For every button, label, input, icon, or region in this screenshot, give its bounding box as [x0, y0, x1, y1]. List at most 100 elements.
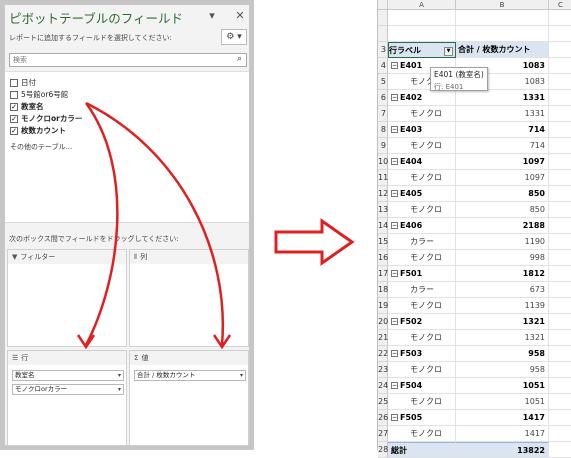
value-cell[interactable]: 1321 [456, 330, 549, 346]
row-label-cell[interactable]: − E404 [388, 154, 456, 170]
pivot-group-row: 24− F504 1051 [378, 378, 571, 394]
row-label-cell[interactable]: モノクロ [388, 106, 456, 122]
value-cell[interactable]: 714 [456, 138, 549, 154]
empty-cell[interactable] [549, 314, 571, 330]
empty-cell[interactable] [549, 234, 571, 250]
empty-cell[interactable] [549, 138, 571, 154]
value-cell[interactable]: 958 [456, 362, 549, 378]
grand-total-label[interactable]: 総計 [388, 442, 456, 458]
collapse-icon[interactable]: − [391, 382, 398, 389]
collapse-icon[interactable]: − [391, 94, 398, 101]
row-number: 12 [378, 186, 388, 202]
value-cell[interactable]: 998 [456, 250, 549, 266]
row-label-text: モノクロ [410, 253, 442, 262]
row-label-cell[interactable]: モノクロ [388, 426, 456, 442]
value-cell[interactable]: 850 [456, 186, 549, 202]
row-label-text: F504 [400, 381, 423, 390]
row-label-text: モノクロ [410, 365, 442, 374]
empty-cell[interactable] [549, 122, 571, 138]
row-label-cell[interactable]: − F502 [388, 314, 456, 330]
value-cell[interactable]: 1097 [456, 170, 549, 186]
empty-cell[interactable] [549, 410, 571, 426]
value-cell[interactable]: 1417 [456, 410, 549, 426]
row-label-text: F501 [400, 269, 423, 278]
collapse-icon[interactable]: − [391, 350, 398, 357]
row-label-cell[interactable]: モノクロ [388, 138, 456, 154]
row-label-cell[interactable]: モノクロ [388, 250, 456, 266]
row-label-cell[interactable]: カラー [388, 234, 456, 250]
value-cell[interactable]: 1812 [456, 266, 549, 282]
row-label-cell[interactable]: モノクロ [388, 362, 456, 378]
empty-cell[interactable] [549, 170, 571, 186]
empty-cell[interactable] [549, 266, 571, 282]
filter-dropdown-icon[interactable]: ▼ [444, 47, 453, 56]
column-header-a[interactable]: A [388, 0, 456, 10]
collapse-icon[interactable]: − [391, 126, 398, 133]
column-header-b[interactable]: B [456, 0, 549, 10]
row-label-text: モノクロ [410, 333, 442, 342]
row-label-cell[interactable]: モノクロ [388, 170, 456, 186]
row-label-cell[interactable]: − E402 [388, 90, 456, 106]
empty-cell[interactable] [549, 378, 571, 394]
empty-cell[interactable] [549, 218, 571, 234]
grand-total-value[interactable]: 13822 [456, 442, 549, 458]
row-label-cell[interactable]: − E405 [388, 186, 456, 202]
collapse-icon[interactable]: − [391, 414, 398, 421]
row-label-cell[interactable]: − E403 [388, 122, 456, 138]
row-label-cell[interactable]: − E406 [388, 218, 456, 234]
empty-cell[interactable] [549, 298, 571, 314]
collapse-icon[interactable]: − [391, 62, 398, 69]
row-number: 4 [378, 58, 388, 74]
row-label-cell[interactable]: モノクロ [388, 298, 456, 314]
empty-cell[interactable] [549, 282, 571, 298]
row-label-text: F503 [400, 349, 423, 358]
value-cell[interactable]: 673 [456, 282, 549, 298]
value-cell[interactable]: 1051 [456, 378, 549, 394]
empty-cell[interactable] [549, 58, 571, 74]
empty-cell[interactable] [549, 186, 571, 202]
empty-cell[interactable] [549, 106, 571, 122]
pivot-field-pane: ピボットテーブルのフィールド ▾ ✕ レポートに追加するフィールドを選択してくだ… [0, 0, 254, 450]
empty-cell[interactable] [549, 426, 571, 442]
collapse-icon[interactable]: − [391, 158, 398, 165]
value-cell[interactable]: 1139 [456, 298, 549, 314]
row-label-cell[interactable]: − F503 [388, 346, 456, 362]
empty-cell[interactable] [549, 202, 571, 218]
collapse-icon[interactable]: − [391, 190, 398, 197]
row-label-cell[interactable]: モノクロ [388, 202, 456, 218]
row-label-text: モノクロ [410, 429, 442, 438]
sheet-row [378, 10, 571, 26]
value-cell[interactable]: 1097 [456, 154, 549, 170]
empty-cell[interactable] [549, 90, 571, 106]
value-cell[interactable]: 1417 [456, 426, 549, 442]
grand-total-row: 28 総計 13822 [378, 442, 571, 458]
row-label-cell[interactable]: モノクロ [388, 394, 456, 410]
value-cell[interactable]: 2188 [456, 218, 549, 234]
value-header[interactable]: 合計 / 枚数カウント [456, 42, 549, 58]
empty-cell[interactable] [549, 74, 571, 90]
collapse-icon[interactable]: − [391, 318, 398, 325]
empty-cell[interactable] [549, 346, 571, 362]
collapse-icon[interactable]: − [391, 270, 398, 277]
value-cell[interactable]: 1190 [456, 234, 549, 250]
value-cell[interactable]: 958 [456, 346, 549, 362]
value-cell[interactable]: 850 [456, 202, 549, 218]
row-label-cell[interactable]: − F501 [388, 266, 456, 282]
row-label-cell[interactable]: − F504 [388, 378, 456, 394]
row-labels-header[interactable]: 行ラベル ▼ [388, 42, 456, 58]
value-cell[interactable]: 1331 [456, 106, 549, 122]
empty-cell[interactable] [549, 154, 571, 170]
column-header-c[interactable]: C [549, 0, 571, 10]
row-label-cell[interactable]: カラー [388, 282, 456, 298]
empty-cell[interactable] [549, 394, 571, 410]
value-cell[interactable]: 714 [456, 122, 549, 138]
empty-cell[interactable] [549, 330, 571, 346]
value-cell[interactable]: 1321 [456, 314, 549, 330]
value-cell[interactable]: 1051 [456, 394, 549, 410]
row-label-cell[interactable]: − F505 [388, 410, 456, 426]
row-label-cell[interactable]: モノクロ [388, 330, 456, 346]
collapse-icon[interactable]: − [391, 222, 398, 229]
empty-cell[interactable] [549, 362, 571, 378]
empty-cell[interactable] [549, 250, 571, 266]
value-cell[interactable]: 1331 [456, 90, 549, 106]
